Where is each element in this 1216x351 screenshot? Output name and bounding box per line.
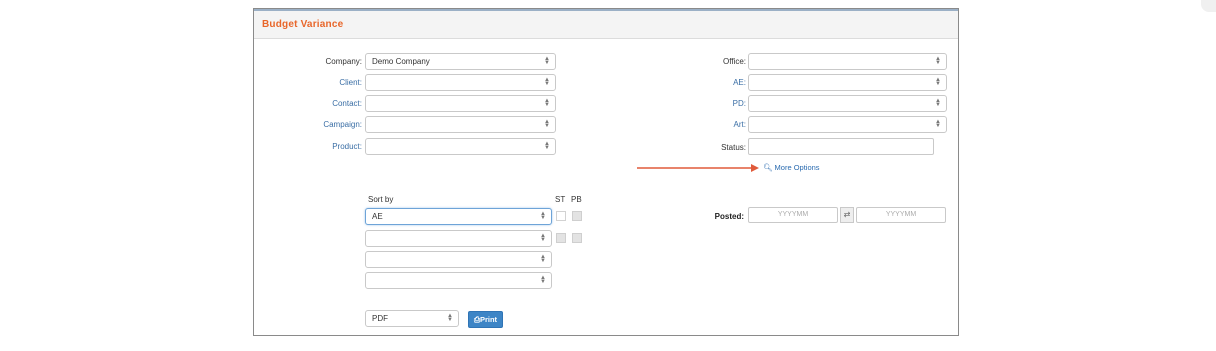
company-select[interactable]: Demo Company ▲ ▼: [365, 53, 556, 70]
sort-select-3[interactable]: ▲ ▼: [365, 251, 552, 268]
st-checkbox-1[interactable]: [556, 211, 566, 221]
sort-by-label: Sort by: [368, 195, 394, 204]
status-input[interactable]: [748, 138, 934, 155]
product-select[interactable]: ▲ ▼: [365, 138, 556, 155]
contact-label[interactable]: Contact:: [242, 99, 362, 109]
art-select[interactable]: ▲ ▼: [748, 116, 947, 133]
ae-select[interactable]: ▲ ▼: [748, 74, 947, 91]
posted-to-input[interactable]: YYYYMM: [856, 207, 946, 223]
select-caret-icon: ▲ ▼: [447, 313, 453, 323]
select-caret-icon: ▲ ▼: [544, 119, 550, 129]
client-select[interactable]: ▲ ▼: [365, 74, 556, 91]
st-checkbox-2[interactable]: [556, 233, 566, 243]
ae-label[interactable]: AE:: [626, 78, 746, 88]
sort-select-2[interactable]: ▲ ▼: [365, 230, 552, 247]
pb-checkbox-2[interactable]: [572, 233, 582, 243]
company-label: Company:: [325, 57, 362, 66]
product-label[interactable]: Product:: [242, 142, 362, 152]
swap-dates-icon[interactable]: ⇄: [840, 207, 854, 223]
arrow-pointer-icon: [637, 164, 759, 172]
sort-select-1-value: AE: [372, 212, 383, 221]
more-options-link[interactable]: 🔍︎ More Options: [763, 163, 820, 172]
output-format-select[interactable]: PDF ▲ ▼: [365, 310, 459, 327]
contact-select[interactable]: ▲ ▼: [365, 95, 556, 112]
panel-title: Budget Variance: [262, 19, 344, 30]
status-label: Status:: [721, 143, 746, 152]
select-caret-icon: ▲ ▼: [540, 254, 546, 264]
select-caret-icon: ▲ ▼: [544, 98, 550, 108]
select-caret-icon: ▲ ▼: [544, 141, 550, 151]
panel-header: Budget Variance: [254, 11, 958, 39]
select-caret-icon: ▲ ▼: [540, 211, 546, 221]
sort-select-1[interactable]: AE ▲ ▼: [365, 208, 552, 225]
campaign-label[interactable]: Campaign:: [242, 120, 362, 130]
print-button[interactable]: ⎙Print: [468, 311, 503, 328]
pb-column-header: PB: [571, 195, 582, 204]
office-select[interactable]: ▲ ▼: [748, 53, 947, 70]
campaign-select[interactable]: ▲ ▼: [365, 116, 556, 133]
select-caret-icon: ▲ ▼: [540, 275, 546, 285]
more-options-text: More Options: [774, 163, 820, 172]
select-caret-icon: ▲ ▼: [540, 233, 546, 243]
select-caret-icon: ▲ ▼: [935, 119, 941, 129]
st-column-header: ST: [555, 195, 566, 204]
pd-select[interactable]: ▲ ▼: [748, 95, 947, 112]
posted-from-input[interactable]: YYYYMM: [748, 207, 838, 223]
corner-decoration: [1201, 0, 1216, 12]
select-caret-icon: ▲ ▼: [935, 56, 941, 66]
sort-select-4[interactable]: ▲ ▼: [365, 272, 552, 289]
company-select-value: Demo Company: [372, 57, 430, 66]
office-label: Office:: [723, 57, 746, 66]
select-caret-icon: ▲ ▼: [935, 98, 941, 108]
select-caret-icon: ▲ ▼: [544, 77, 550, 87]
art-label[interactable]: Art:: [626, 120, 746, 130]
magnifier-icon: 🔍︎: [763, 163, 773, 172]
print-button-label: Print: [479, 315, 498, 324]
budget-variance-panel: Budget Variance Company: Demo Company ▲ ▼…: [253, 8, 959, 336]
client-label[interactable]: Client:: [242, 78, 362, 88]
output-format-value: PDF: [372, 314, 388, 323]
select-caret-icon: ▲ ▼: [935, 77, 941, 87]
select-caret-icon: ▲ ▼: [544, 56, 550, 66]
pd-label[interactable]: PD:: [626, 99, 746, 109]
pb-checkbox-1[interactable]: [572, 211, 582, 221]
posted-label: Posted:: [714, 212, 744, 221]
